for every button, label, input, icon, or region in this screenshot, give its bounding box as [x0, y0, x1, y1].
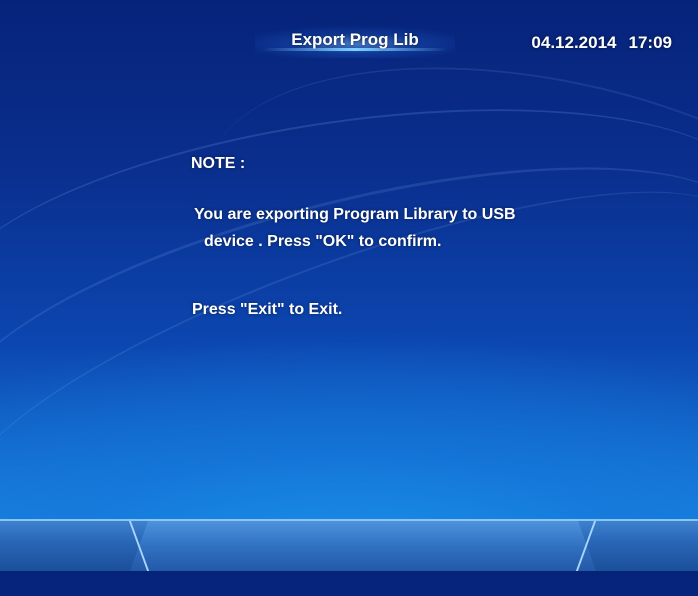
export-message-line-2: device . Press "OK" to confirm.: [204, 233, 442, 250]
current-time: 17:09: [628, 33, 672, 52]
clock: 04.12.2014 17:09: [531, 33, 672, 53]
background-swoosh: [0, 104, 698, 539]
exit-instruction: Press "Exit" to Exit.: [192, 301, 343, 318]
window-title: Export Prog Lib: [291, 30, 419, 49]
background-swoosh: [0, 64, 698, 438]
note-label: NOTE :: [191, 155, 246, 172]
current-date: 04.12.2014: [531, 33, 617, 52]
bottom-panel: [130, 521, 596, 571]
export-message-line-1: You are exporting Program Library to USB: [194, 206, 516, 223]
screen: { "header": { "title": "Export Prog Lib"…: [0, 0, 698, 596]
